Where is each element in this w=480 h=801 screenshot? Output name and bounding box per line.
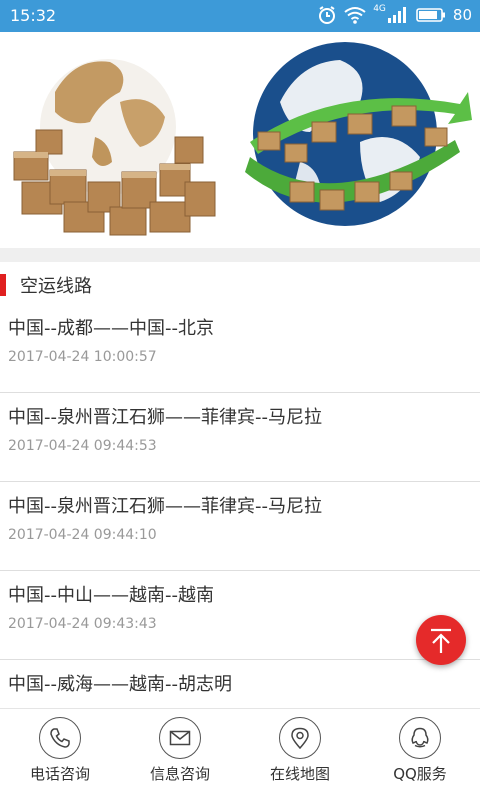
arrow-up-to-top-icon — [431, 628, 451, 653]
status-icons: 4G 80 — [317, 4, 472, 25]
nav-phone-consult[interactable]: 电话咨询 — [0, 709, 120, 801]
qq-penguin-icon — [399, 717, 441, 759]
route-name: 中国--成都——中国--北京 — [8, 318, 214, 339]
envelope-icon — [159, 717, 201, 759]
nav-label-qq: QQ服务 — [393, 765, 447, 783]
alarm-icon — [319, 6, 336, 24]
section-header: 空运线路 — [0, 270, 480, 298]
banner-image[interactable] — [0, 32, 480, 248]
route-time: 2017-04-24 09:43:43 — [8, 616, 157, 632]
back-to-top-button[interactable] — [416, 615, 466, 665]
map-pin-icon — [279, 717, 321, 759]
nav-label-phone: 电话咨询 — [29, 765, 90, 783]
route-time: 2017-04-24 09:44:10 — [8, 527, 157, 543]
route-name: 中国--泉州晋江石狮——菲律宾--马尼拉 — [8, 496, 322, 517]
nav-online-map[interactable]: 在线地图 — [240, 709, 360, 801]
section-accent-bar — [0, 274, 6, 296]
route-list: 中国--成都——中国--北京 2017-04-24 10:00:57 中国--泉… — [0, 304, 480, 749]
list-item[interactable]: 中国--成都——中国--北京 2017-04-24 10:00:57 — [0, 304, 480, 393]
route-name: 中国--中山——越南--越南 — [8, 585, 214, 606]
bottom-nav: 电话咨询 信息咨询 在线地图 QQ服务 — [0, 708, 480, 801]
phone-icon — [39, 717, 81, 759]
battery-level: 80 — [452, 6, 472, 24]
list-item[interactable]: 中国--中山——越南--越南 2017-04-24 09:43:43 — [0, 571, 480, 660]
route-time: 2017-04-24 10:00:57 — [8, 349, 157, 365]
wifi-icon — [344, 7, 366, 24]
nav-label-map: 在线地图 — [269, 765, 330, 783]
nav-message-consult[interactable]: 信息咨询 — [120, 709, 240, 801]
nav-qq-service[interactable]: QQ服务 — [360, 709, 480, 801]
battery-icon — [416, 8, 445, 22]
section-divider — [0, 248, 480, 262]
route-time: 2017-04-24 09:44:53 — [8, 438, 157, 454]
list-item[interactable]: 中国--泉州晋江石狮——菲律宾--马尼拉 2017-04-24 09:44:53 — [0, 393, 480, 482]
route-name: 中国--泉州晋江石狮——菲律宾--马尼拉 — [8, 407, 322, 428]
route-name: 中国--威海——越南--胡志明 — [8, 674, 232, 695]
nav-label-message: 信息咨询 — [149, 765, 210, 783]
status-bar: 15:32 4G 80 — [0, 0, 480, 32]
list-item[interactable]: 中国--泉州晋江石狮——菲律宾--马尼拉 2017-04-24 09:44:10 — [0, 482, 480, 571]
network-type: 4G — [373, 4, 386, 14]
logistics-illustration — [13, 42, 472, 236]
signal-icon — [387, 7, 406, 23]
status-time: 15:32 — [10, 6, 57, 25]
section-title: 空运线路 — [20, 276, 92, 297]
